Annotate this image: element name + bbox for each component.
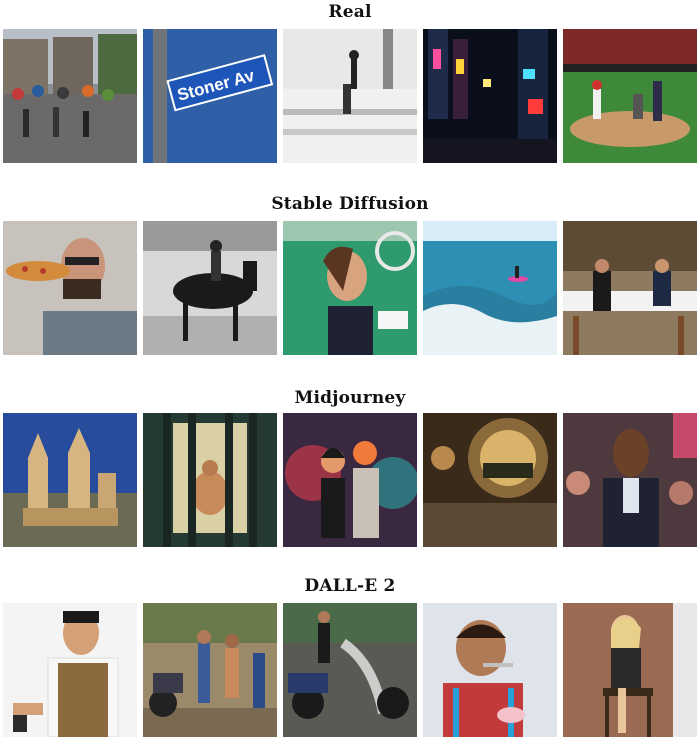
- image-stage-bw: [283, 29, 417, 163]
- image-round-window: [423, 413, 557, 547]
- image-boy-cupcake: [423, 603, 557, 737]
- image-row-midjourney: [3, 413, 697, 547]
- image-street-sign: Stoner Av: [143, 29, 277, 163]
- image-man-pizza: [3, 221, 137, 355]
- image-baseball: [563, 29, 697, 163]
- image-stylized-couple: [283, 413, 417, 547]
- section-title-real: Real: [328, 2, 372, 22]
- image-washing-motorcycle: [143, 603, 277, 737]
- image-row-dalle2: [3, 603, 697, 737]
- image-horse-rider: [143, 221, 277, 355]
- image-spraying-motorcycle: [283, 603, 417, 737]
- section-title-midjourney: Midjourney: [294, 388, 406, 408]
- image-man-suit-crowd: [563, 413, 697, 547]
- section-title-stable-diffusion: Stable Diffusion: [271, 194, 429, 214]
- image-row-real: Stoner Av: [3, 29, 697, 163]
- image-rainy-square: [3, 29, 137, 163]
- image-restaurant-couple: [563, 221, 697, 355]
- image-figure-behind-bars: [143, 413, 277, 547]
- image-man-overalls: [3, 603, 137, 737]
- section-title-dalle2: DALL-E 2: [304, 576, 396, 596]
- image-row-stable-diffusion: [3, 221, 697, 355]
- image-surfer-wave: [423, 221, 557, 355]
- image-tennis-woman: [283, 221, 417, 355]
- image-night-city: [423, 29, 557, 163]
- image-woman-chair: [563, 603, 697, 737]
- image-fantasy-castle: [3, 413, 137, 547]
